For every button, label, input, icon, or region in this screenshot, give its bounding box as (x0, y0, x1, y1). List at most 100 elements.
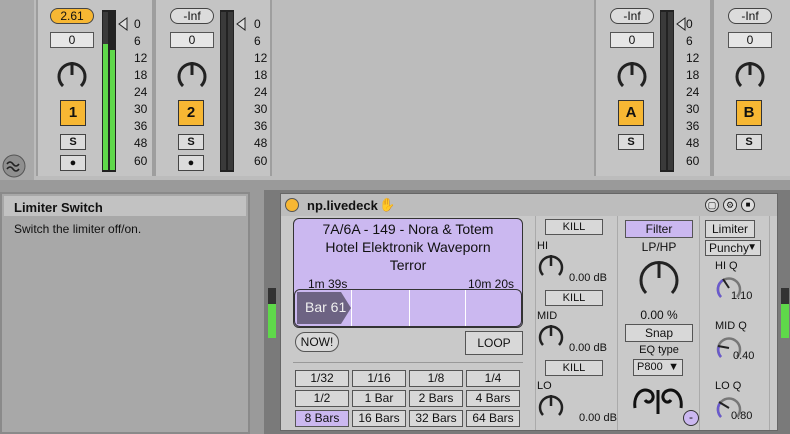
filter-value: 0.00 % (640, 308, 678, 322)
track-info-line2: Hotel Elektronik Waveporn (325, 239, 491, 255)
mixer-strip-1: 2.61 0 1 S ● 0 6 12 18 24 30 36 48 60 (36, 0, 154, 176)
arm-button[interactable]: ● (60, 155, 86, 171)
hand-icon: ✋ (379, 197, 396, 212)
loop-size-button[interactable]: 1 Bar (352, 390, 406, 407)
limiter-button[interactable]: Limiter (705, 220, 755, 238)
divider (769, 216, 770, 430)
level-meter (220, 10, 234, 172)
pan-display[interactable]: 0 (728, 32, 772, 48)
track-info-line3: Terror (389, 257, 427, 273)
lo-gain-knob[interactable] (537, 392, 565, 420)
mid-label: MID (537, 310, 558, 322)
mid-kill-button[interactable]: KILL (545, 290, 603, 306)
snap-button[interactable]: Snap (625, 324, 693, 342)
pan-knob[interactable] (615, 58, 649, 92)
pan-display[interactable]: 0 (610, 32, 654, 48)
filter-mode-label: LP/HP (641, 240, 677, 254)
volume-display[interactable]: -Inf (170, 8, 214, 24)
info-view: Limiter Switch Switch the limiter off/on… (0, 192, 250, 434)
hi-gain-knob[interactable] (537, 252, 565, 280)
volume-display[interactable]: 2.61 (50, 8, 94, 24)
mid-q-value: 0.40 (733, 350, 755, 362)
hi-q-value: 1.10 (731, 290, 753, 302)
eq-type-label: EQ type (639, 344, 679, 356)
level-meter (102, 10, 116, 172)
mixer-strip-2: -Inf 0 2 S ● 0 6 12 18 24 30 36 48 60 (154, 0, 272, 176)
lo-label: LO (537, 380, 552, 392)
bar-position: Bar 61 (305, 299, 347, 315)
loop-size-button[interactable]: 1/4 (466, 370, 520, 387)
loop-size-button[interactable]: 16 Bars (352, 410, 406, 427)
loop-size-button[interactable]: 32 Bars (409, 410, 463, 427)
chevron-down-icon: ▼ (747, 242, 757, 253)
settings-icon[interactable]: ⚙ (723, 198, 737, 212)
arm-button[interactable]: ● (178, 155, 204, 171)
hi-kill-button[interactable]: KILL (545, 219, 603, 235)
solo-button[interactable]: S (178, 134, 204, 150)
solo-button[interactable]: S (618, 134, 644, 150)
loop-size-button[interactable]: 64 Bars (466, 410, 520, 427)
lo-q-label: LO Q (715, 380, 742, 392)
divider (617, 216, 618, 430)
device-power-button[interactable] (285, 198, 299, 212)
mid-q-label: MID Q (715, 320, 747, 332)
loop-size-button[interactable]: 4 Bars (466, 390, 520, 407)
minus-button[interactable]: - (683, 410, 699, 426)
divider (293, 362, 523, 363)
volume-slider-triangle-icon[interactable] (236, 17, 246, 31)
limiter-mode-select[interactable]: Punchy ▼ (705, 240, 761, 256)
eq-type-select[interactable]: P800 ▼ (633, 359, 683, 376)
device-title: np.livedeck (307, 198, 378, 213)
pan-display[interactable]: 0 (170, 32, 214, 48)
save-icon[interactable]: ■ (741, 198, 755, 212)
info-title: Limiter Switch (4, 196, 246, 216)
pan-knob[interactable] (175, 58, 209, 92)
loop-size-button[interactable]: 1/32 (295, 370, 349, 387)
mid-gain-knob[interactable] (537, 322, 565, 350)
pan-display[interactable]: 0 (50, 32, 94, 48)
livedeck-device: np.livedeck ✋ ▢ ⚙ ■ 7A/6A - 149 - Nora &… (280, 193, 778, 431)
divider (535, 216, 536, 430)
solo-button[interactable]: S (60, 134, 86, 150)
volume-slider-triangle-icon[interactable] (118, 17, 128, 31)
filter-button[interactable]: Filter (625, 220, 693, 238)
volume-display[interactable]: -Inf (728, 8, 772, 24)
device-meter-right (272, 288, 276, 338)
hi-label: HI (537, 240, 548, 252)
lo-kill-button[interactable]: KILL (545, 360, 603, 376)
mixer-strip-return-b: -Inf 0 B S (712, 0, 790, 176)
track-activator-button[interactable]: B (736, 100, 762, 126)
window-icon[interactable]: ▢ (705, 198, 719, 212)
pan-knob[interactable] (55, 58, 89, 92)
bar-timeline[interactable]: Bar 61 (294, 289, 522, 327)
track-activator-button[interactable]: 2 (178, 100, 204, 126)
meter-fill-right (110, 50, 115, 170)
meter-fill-left (103, 44, 108, 170)
device-out-meter-right (785, 288, 789, 338)
loop-size-button[interactable]: 8 Bars (295, 410, 349, 427)
mixer-left-gutter (0, 0, 34, 180)
pan-knob[interactable] (733, 58, 767, 92)
mid-db-value: 0.00 dB (569, 342, 607, 354)
lo-q-value: 0.80 (731, 410, 753, 422)
hi-q-label: HI Q (715, 260, 738, 272)
now-button[interactable]: NOW! (295, 332, 339, 352)
loop-button[interactable]: LOOP (465, 331, 523, 355)
filter-knob[interactable] (637, 256, 681, 300)
loop-size-button[interactable]: 2 Bars (409, 390, 463, 407)
loop-size-button[interactable]: 1/8 (409, 370, 463, 387)
track-info-line1: 7A/6A - 149 - Nora & Totem (322, 221, 494, 237)
track-activator-button[interactable]: A (618, 100, 644, 126)
track-activator-button[interactable]: 1 (60, 100, 86, 126)
loop-size-button[interactable]: 1/16 (352, 370, 406, 387)
logo-icon (633, 388, 683, 414)
info-body: Switch the limiter off/on. (14, 222, 142, 236)
mixer: 2.61 0 1 S ● 0 6 12 18 24 30 36 48 60 -I… (0, 0, 790, 180)
divider (699, 216, 700, 430)
solo-button[interactable]: S (736, 134, 762, 150)
volume-display[interactable]: -Inf (610, 8, 654, 24)
mixer-strip-return-a: -Inf 0 A S 0 6 12 18 24 30 36 48 60 (594, 0, 712, 176)
wave-icon[interactable] (2, 154, 26, 178)
loop-size-button[interactable]: 1/2 (295, 390, 349, 407)
volume-slider-triangle-icon[interactable] (676, 17, 686, 31)
